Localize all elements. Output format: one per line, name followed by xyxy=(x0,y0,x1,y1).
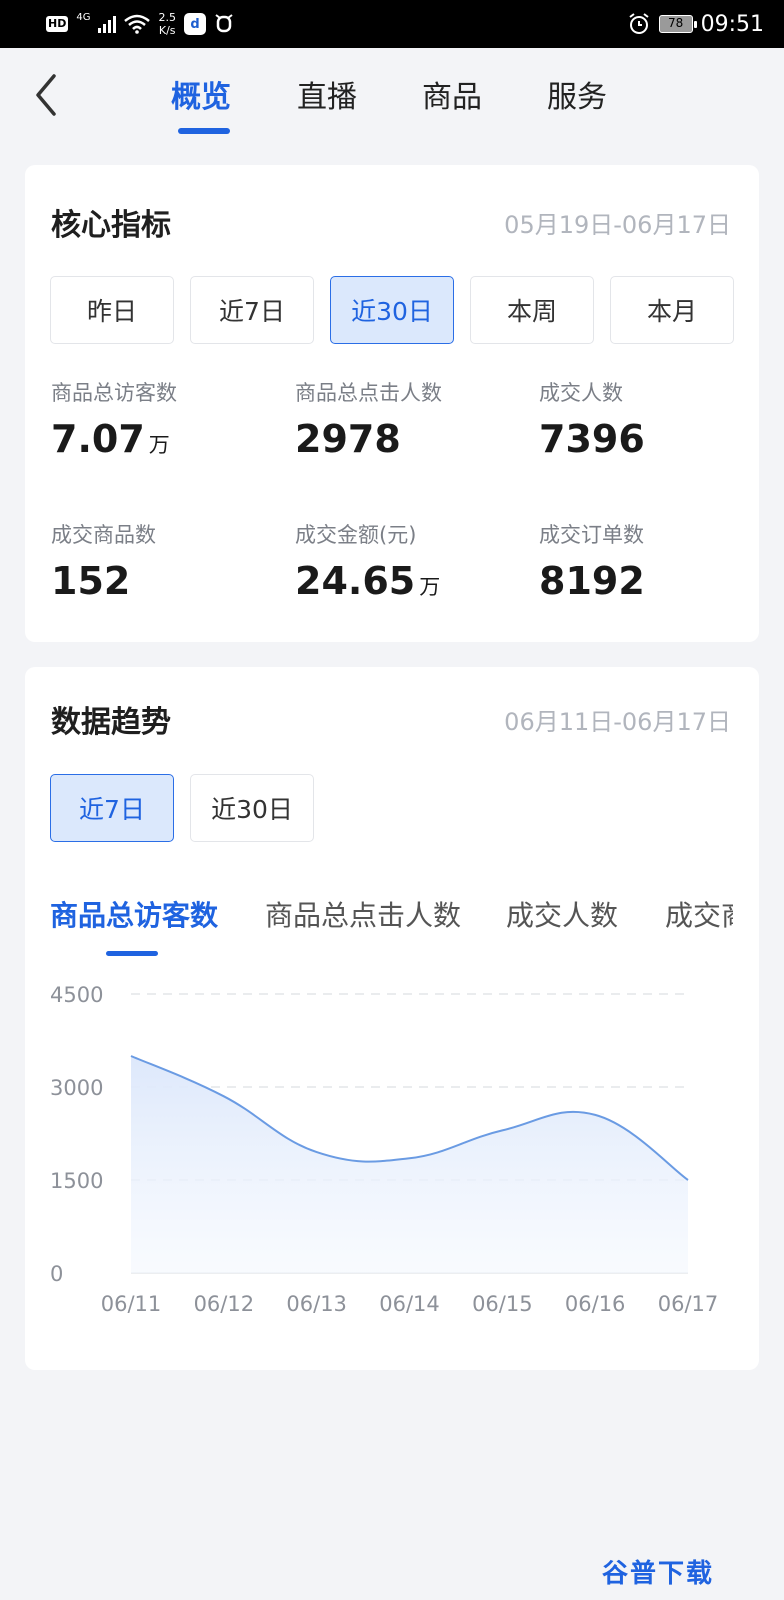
metric-unit: 万 xyxy=(148,433,170,457)
battery-icon: 78 xyxy=(658,15,697,33)
x-tick-label: 06/12 xyxy=(194,1292,255,1316)
active-tab-indicator xyxy=(178,128,230,134)
period-30days-button[interactable]: 近30日 xyxy=(330,276,454,344)
metric-number: 2978 xyxy=(295,417,401,461)
core-metrics-card: 核心指标 05月19日-06月17日 昨日 近7日 近30日 本周 本月 商品总… xyxy=(25,165,759,642)
period-yesterday-button[interactable]: 昨日 xyxy=(50,276,174,344)
metric-label: 成交商品数 xyxy=(51,523,156,547)
speed-value: 2.5 xyxy=(158,11,176,24)
metric-products-sold: 成交商品数 152 xyxy=(51,519,281,603)
metric-total-clicks: 商品总点击人数 2978 xyxy=(295,377,525,461)
battery-level: 78 xyxy=(667,16,684,30)
chart-area xyxy=(131,1056,688,1273)
status-bar: HD 4G 2.5 K/s d 78 09:51 xyxy=(0,0,784,48)
metric-unit: 万 xyxy=(419,575,441,599)
clock: 09:51 xyxy=(700,11,764,37)
core-metrics-title: 核心指标 xyxy=(51,208,171,243)
metric-label: 成交金额(元) xyxy=(295,523,417,547)
metric-value: 8192 xyxy=(539,559,769,603)
network-type: 4G xyxy=(76,12,91,23)
data-trend-card: 数据趋势 06月11日-06月17日 近7日 近30日 商品总访客数 商品总点击… xyxy=(25,667,759,1370)
y-tick-label: 0 xyxy=(50,1262,63,1286)
period-this-week-button[interactable]: 本周 xyxy=(470,276,594,344)
metric-label: 商品总访客数 xyxy=(51,381,177,405)
metric-number: 24.65 xyxy=(295,559,416,603)
metric-number: 152 xyxy=(51,559,131,603)
network-speed: 2.5 K/s xyxy=(158,11,176,37)
period-this-month-button[interactable]: 本月 xyxy=(610,276,734,344)
hd-indicator: HD xyxy=(46,16,69,32)
top-nav: 概览 直播 商品 服务 xyxy=(0,48,784,148)
alarm-notification-icon xyxy=(215,14,233,33)
x-tick-label: 06/16 xyxy=(565,1292,626,1316)
x-tick-label: 06/15 xyxy=(472,1292,533,1316)
metric-label: 成交订单数 xyxy=(539,523,644,547)
speed-unit: K/s xyxy=(158,24,176,37)
x-tick-label: 06/11 xyxy=(101,1292,162,1316)
metric-value: 7396 xyxy=(539,417,769,461)
tab-products[interactable]: 商品 xyxy=(422,72,482,116)
metric-number: 7396 xyxy=(539,417,645,461)
tab-service[interactable]: 服务 xyxy=(547,72,607,116)
watermark-logo: 谷普下载 xyxy=(601,1559,714,1589)
metric-buyers: 成交人数 7396 xyxy=(539,377,769,461)
metric-label: 商品总点击人数 xyxy=(295,381,442,405)
metric-orders: 成交订单数 8192 xyxy=(539,519,769,603)
nav-tabs: 概览 直播 商品 服务 xyxy=(0,48,784,148)
metric-number: 7.07 xyxy=(51,417,145,461)
tab-overview[interactable]: 概览 xyxy=(171,72,231,116)
y-tick-label: 3000 xyxy=(50,1076,103,1100)
metric-value: 24.65 万 xyxy=(295,559,525,603)
x-axis-ticks: 06/11 06/12 06/13 06/14 06/15 06/16 06/17 xyxy=(101,1292,719,1316)
y-tick-label: 4500 xyxy=(50,983,103,1007)
metric-value: 7.07 万 xyxy=(51,417,281,461)
x-tick-label: 06/17 xyxy=(658,1292,719,1316)
metric-total-visitors: 商品总访客数 7.07 万 xyxy=(51,377,281,461)
metric-label: 成交人数 xyxy=(539,381,623,405)
metric-number: 8192 xyxy=(539,559,645,603)
tab-live[interactable]: 直播 xyxy=(297,72,357,116)
trend-chart: 0150030004500 06/11 06/12 06/13 06/14 06/15 0… xyxy=(50,983,719,1316)
x-tick-label: 06/14 xyxy=(379,1292,440,1316)
series-area xyxy=(131,1056,688,1273)
alarm-clock-icon xyxy=(628,13,649,34)
metric-sales-amount: 成交金额(元) 24.65 万 xyxy=(295,519,525,603)
period-7days-button[interactable]: 近7日 xyxy=(190,276,314,344)
core-date-range: 05月19日-06月17日 xyxy=(504,211,731,239)
wifi-icon xyxy=(124,14,151,34)
x-tick-label: 06/13 xyxy=(286,1292,347,1316)
y-tick-label: 1500 xyxy=(50,1169,103,1193)
app-notification-icon: d xyxy=(183,13,206,35)
metric-value: 2978 xyxy=(295,417,525,461)
signal-icon xyxy=(98,15,117,33)
y-axis-ticks: 0 1500 3000 4500 xyxy=(50,983,103,1286)
metric-value: 152 xyxy=(51,559,281,603)
